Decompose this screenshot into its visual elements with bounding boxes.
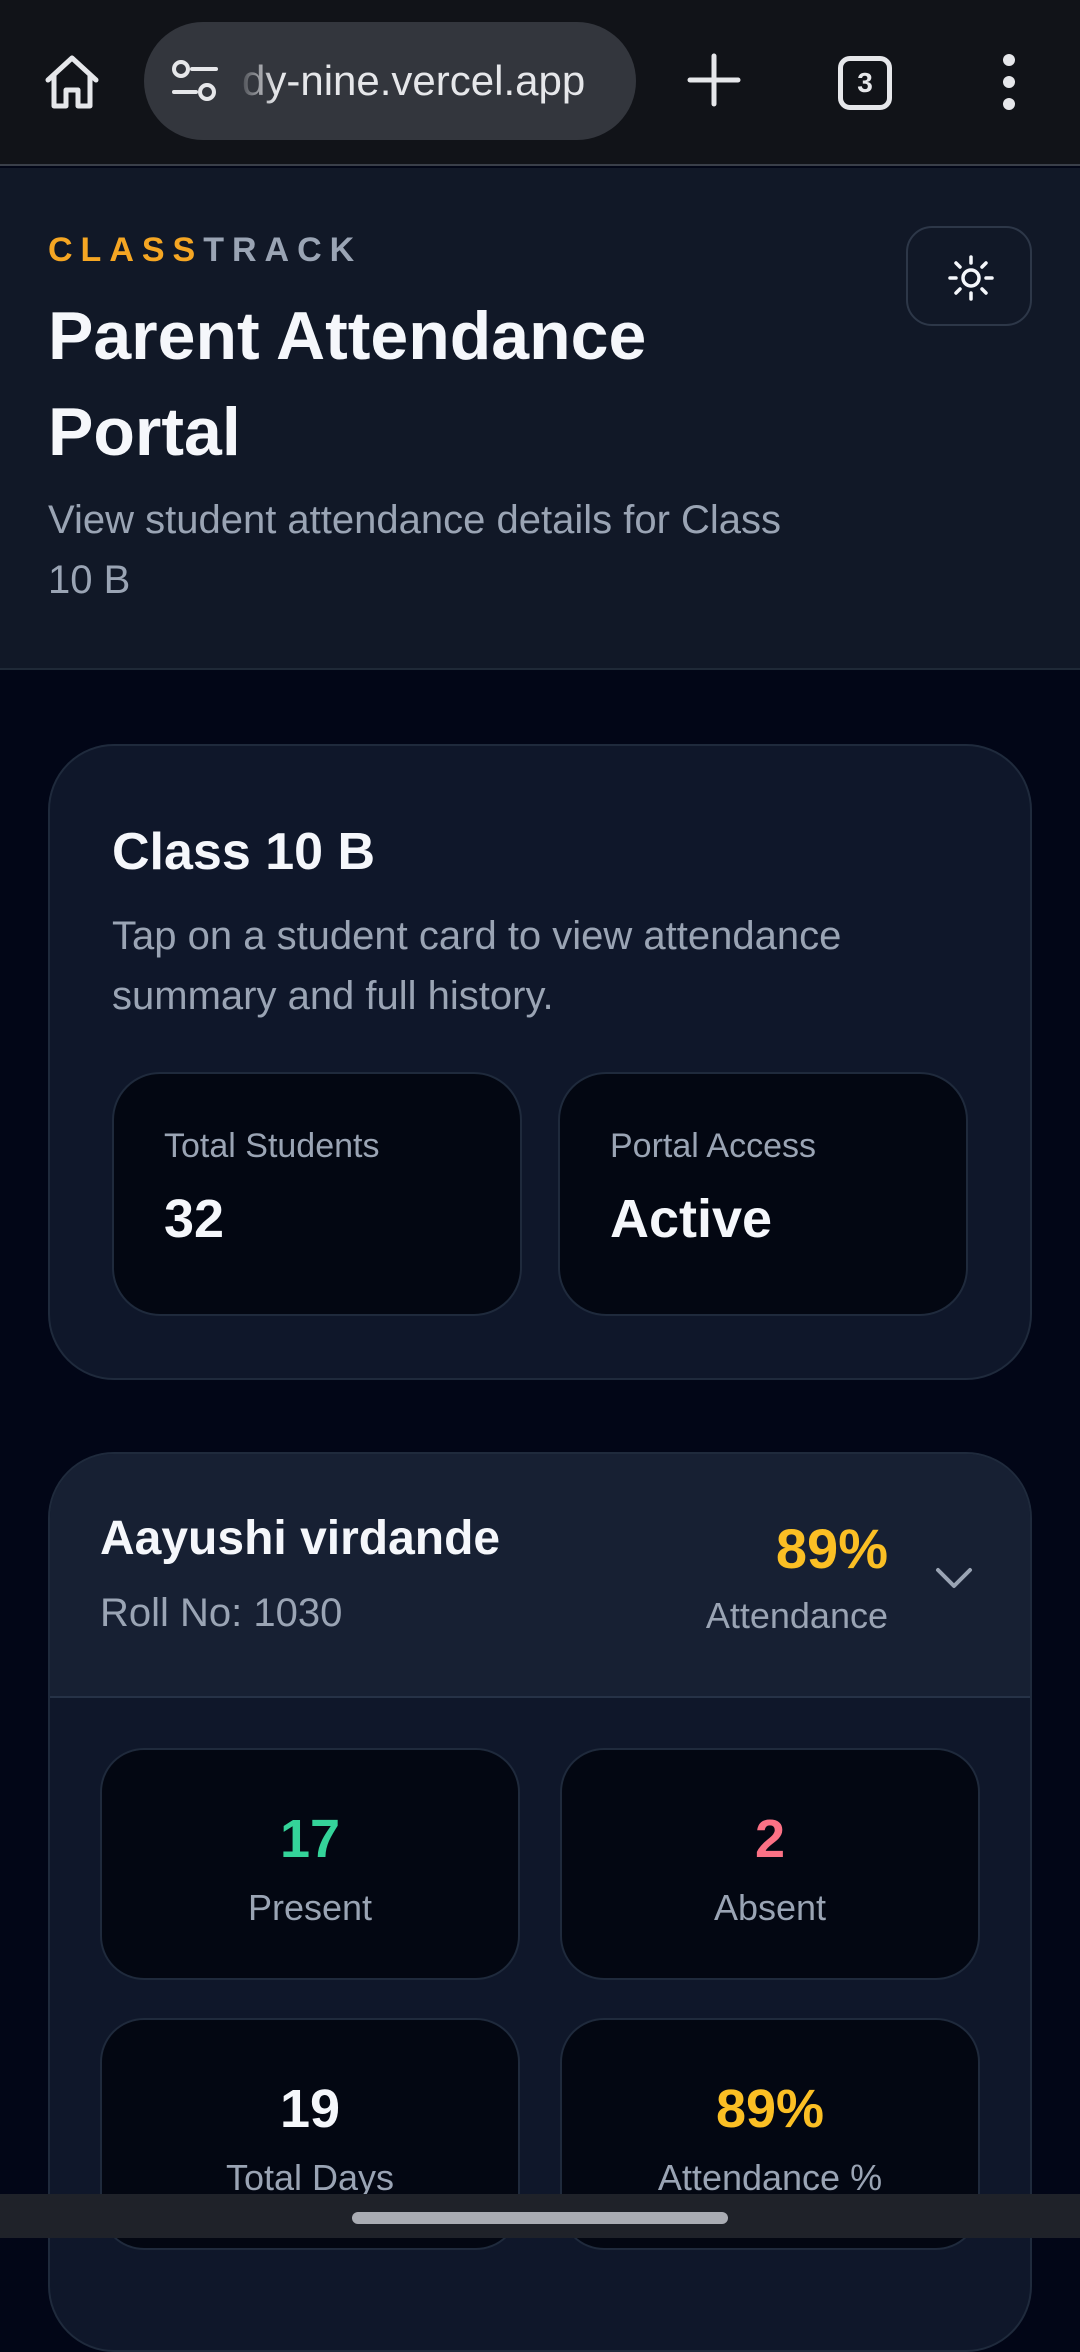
system-nav-bar <box>0 2194 1080 2238</box>
student-name: Aayushi virdande <box>100 1512 501 1565</box>
brand-logo: CLASSTRACK <box>48 230 362 270</box>
url-fade <box>236 52 276 110</box>
metric-present: 17 Present <box>100 1748 520 1980</box>
metric-label: Absent <box>713 1887 827 1928</box>
stat-label: Portal Access <box>610 1127 816 1165</box>
browser-toolbar: dy-nine.vercel.app 3 <box>0 0 1080 166</box>
app-header: CLASSTRACK Parent Attendance Portal View… <box>0 168 1080 670</box>
metric-label: Present <box>247 1887 373 1928</box>
gesture-handle[interactable] <box>352 2212 728 2224</box>
stat-portal-access: Portal Access Active <box>558 1072 968 1316</box>
sun-icon <box>948 255 994 301</box>
student-card-header[interactable]: Aayushi virdande Roll No: 1030 89% Atten… <box>50 1454 1030 1698</box>
plus-icon[interactable] <box>684 50 744 110</box>
metric-value: 17 <box>279 1809 341 1869</box>
student-roll-number: Roll No: 1030 <box>100 1591 343 1635</box>
brand-part-class: CLASS <box>48 231 204 269</box>
class-description: Tap on a student card to view attendance… <box>112 914 842 1018</box>
student-attendance-label: Attendance <box>705 1595 888 1636</box>
site-settings-icon[interactable] <box>170 58 220 104</box>
theme-toggle-button[interactable] <box>906 226 1032 326</box>
more-vert-icon[interactable] <box>994 50 1024 114</box>
stat-label: Total Students <box>164 1127 380 1165</box>
metric-value: 19 <box>279 2079 341 2139</box>
metric-value: 89% <box>715 2079 825 2139</box>
class-title: Class 10 B <box>112 823 376 881</box>
metric-absent: 2 Absent <box>560 1748 980 1980</box>
chevron-down-icon[interactable] <box>930 1562 978 1594</box>
home-icon[interactable] <box>40 50 104 114</box>
brand-part-track: TRACK <box>203 231 363 269</box>
class-card: Class 10 B Tap on a student card to view… <box>48 744 1032 1380</box>
stat-total-students: Total Students 32 <box>112 1072 522 1316</box>
stat-value: 32 <box>164 1189 225 1249</box>
url-text[interactable]: dy-nine.vercel.app <box>242 56 622 106</box>
student-attendance-percent: 89% <box>775 1517 888 1580</box>
address-bar[interactable]: dy-nine.vercel.app <box>144 22 636 140</box>
page-title: Parent Attendance Portal <box>48 298 647 470</box>
page-subtitle: View student attendance details for Clas… <box>48 498 782 602</box>
metric-value: 2 <box>754 1809 786 1869</box>
stat-value: Active <box>610 1189 773 1249</box>
tabs-icon[interactable]: 3 <box>838 56 892 110</box>
